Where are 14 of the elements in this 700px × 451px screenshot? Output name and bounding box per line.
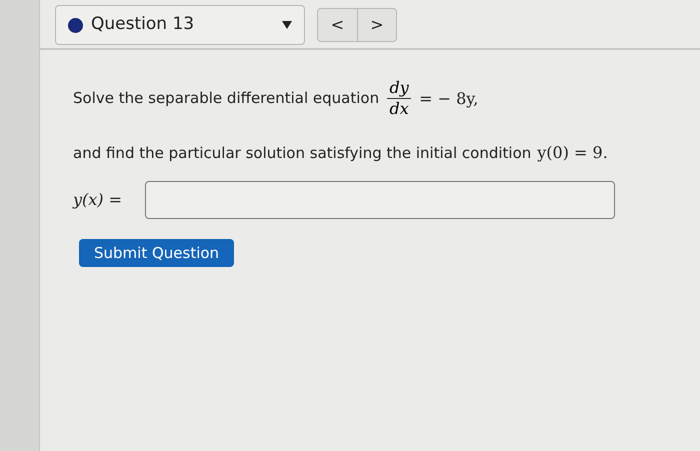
- question-label: Question 13: [91, 13, 196, 36]
- fraction-numerator: dy: [389, 78, 409, 98]
- initial-condition: y(0) = 9.: [537, 142, 608, 164]
- answer-label: y(x) =: [73, 189, 124, 211]
- condition-text: and find the particular solution satisfying the initial condition: [73, 143, 532, 164]
- dropdown-caret-icon: [282, 21, 292, 29]
- answer-field[interactable]: [145, 181, 615, 219]
- previous-button[interactable]: <: [318, 9, 357, 41]
- fraction-denominator: dx: [389, 99, 409, 119]
- question-selector[interactable]: Question 13: [55, 5, 305, 45]
- question-text: Solve the separable differential equation: [73, 88, 380, 110]
- equation-right-side: = − 8y,: [419, 88, 478, 110]
- submit-button[interactable]: Submit Question: [79, 239, 234, 267]
- next-button[interactable]: >: [357, 9, 396, 41]
